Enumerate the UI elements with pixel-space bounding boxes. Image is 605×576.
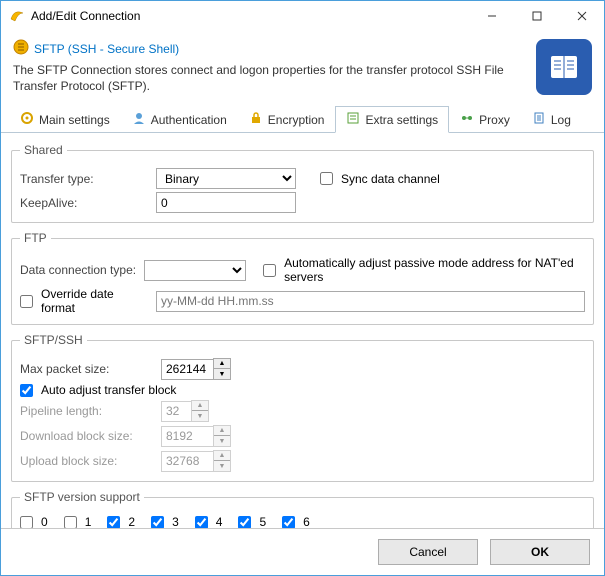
download-block-size-input [161,426,213,447]
version-label: 1 [85,515,92,528]
sync-data-channel-checkbox[interactable] [320,172,333,185]
spin-up: ▲ [192,401,208,411]
transfer-type-label: Transfer type: [20,172,150,186]
spin-up: ▲ [214,426,230,436]
tab-authentication[interactable]: Authentication [121,106,238,133]
version-label: 0 [41,515,48,528]
dialog-add-edit-connection: Add/Edit Connection SFTP (SSH - Secure S… [0,0,605,576]
tab-log[interactable]: Log [521,106,582,133]
maximize-button[interactable] [514,1,559,31]
button-label: Cancel [409,545,446,559]
footer: Cancel OK [1,528,604,575]
version-3-checkbox[interactable] [151,516,164,529]
group-sftp-version-support: SFTP version support 0 1 2 3 4 5 6 [11,490,594,528]
download-block-size-label: Download block size: [20,429,155,443]
version-6-checkbox[interactable] [282,516,295,529]
spin-down: ▼ [192,411,208,421]
sftp-icon [13,39,29,58]
auto-nat-checkbox[interactable] [263,264,276,277]
group-legend: Shared [20,143,67,157]
tab-encryption[interactable]: Encryption [238,106,336,133]
gear-icon [20,111,34,128]
tab-label: Extra settings [365,113,438,127]
sync-data-channel-label: Sync data channel [341,172,440,186]
tab-label: Proxy [479,113,510,127]
version-label: 6 [303,515,310,528]
lock-icon [249,111,263,128]
auto-nat-label: Automatically adjust passive mode addres… [284,256,585,284]
group-legend: SFTP/SSH [20,333,87,347]
data-connection-type-select[interactable] [144,260,245,281]
spin-down: ▼ [214,461,230,471]
version-label: 5 [259,515,266,528]
auto-adjust-transfer-block-label: Auto adjust transfer block [41,383,176,397]
pipeline-length-label: Pipeline length: [20,404,155,418]
override-date-format-checkbox[interactable] [20,295,33,308]
pipeline-length-input [161,401,191,422]
tab-label: Main settings [39,113,110,127]
tab-label: Log [551,113,571,127]
spin-down[interactable]: ▼ [214,369,230,379]
tab-label: Authentication [151,113,227,127]
group-sftp-ssh: SFTP/SSH Max packet size: ▲▼ Auto adjust… [11,333,594,482]
help-book-icon[interactable] [536,39,592,95]
settings-icon [346,111,360,128]
tab-bar: Main settings Authentication Encryption … [1,105,604,133]
version-0-checkbox[interactable] [20,516,33,529]
group-legend: SFTP version support [20,490,144,504]
spin-down: ▼ [214,436,230,446]
header: SFTP (SSH - Secure Shell) The SFTP Conne… [1,31,604,99]
header-title: SFTP (SSH - Secure Shell) [34,42,179,56]
header-description: The SFTP Connection stores connect and l… [13,62,536,94]
keepalive-input[interactable] [156,192,296,213]
close-button[interactable] [559,1,604,31]
keepalive-label: KeepAlive: [20,196,150,210]
override-date-format-label: Override date format [41,287,150,315]
transfer-type-select[interactable]: Binary [156,168,296,189]
version-1-checkbox[interactable] [64,516,77,529]
minimize-button[interactable] [469,1,514,31]
version-label: 4 [216,515,223,528]
version-2-checkbox[interactable] [107,516,120,529]
group-shared: Shared Transfer type: Binary Sync data c… [11,143,594,223]
group-legend: FTP [20,231,51,245]
group-ftp: FTP Data connection type: Automatically … [11,231,594,325]
tab-main-settings[interactable]: Main settings [9,106,121,133]
auto-adjust-transfer-block-checkbox[interactable] [20,384,33,397]
version-5-checkbox[interactable] [238,516,251,529]
log-icon [532,111,546,128]
version-4-checkbox[interactable] [195,516,208,529]
ok-button[interactable]: OK [490,539,590,565]
proxy-icon [460,111,474,128]
version-label: 3 [172,515,179,528]
app-icon [9,7,25,26]
upload-block-size-input [161,451,213,472]
date-format-input[interactable] [156,291,585,312]
max-packet-size-label: Max packet size: [20,362,155,376]
spin-up[interactable]: ▲ [214,359,230,369]
upload-block-size-label: Upload block size: [20,454,155,468]
version-label: 2 [128,515,135,528]
tab-label: Encryption [268,113,325,127]
window-title: Add/Edit Connection [31,9,469,23]
tab-proxy[interactable]: Proxy [449,106,521,133]
titlebar: Add/Edit Connection [1,1,604,31]
user-icon [132,111,146,128]
data-connection-type-label: Data connection type: [20,263,138,277]
spin-up: ▲ [214,451,230,461]
tab-extra-settings[interactable]: Extra settings [335,106,449,133]
cancel-button[interactable]: Cancel [378,539,478,565]
button-label: OK [531,545,549,559]
max-packet-size-input[interactable] [161,359,213,380]
